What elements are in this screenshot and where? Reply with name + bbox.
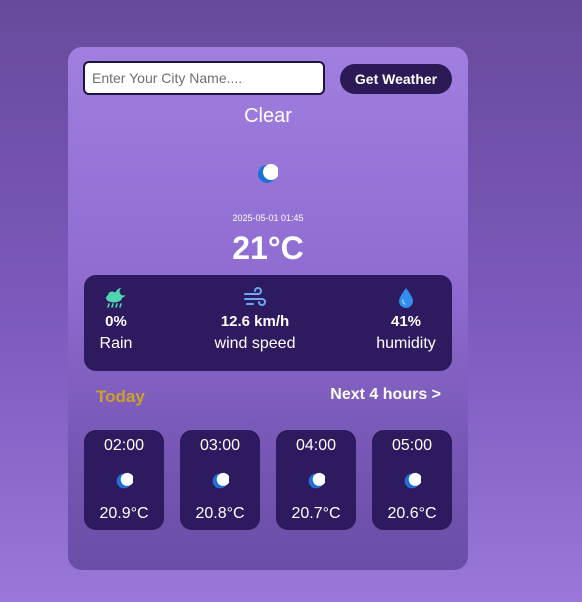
crescent-moon-icon [308,472,325,489]
tab-next-4-hours[interactable]: Next 4 hours > [330,386,441,404]
hourly-temp: 20.6°C [387,505,437,522]
crescent-moon-icon [404,472,421,489]
hourly-temp: 20.7°C [291,505,341,522]
stat-rain: 0% Rain [84,287,148,353]
hourly-card: 02:00 20.9°C [84,430,164,530]
crescent-moon-icon [116,472,133,489]
tab-today[interactable]: Today [96,387,145,407]
rain-value: 0% [105,313,127,330]
current-datetime: 2025-05-01 01:45 [232,213,304,223]
cloud-rain-moon-icon [106,287,128,308]
hourly-card: 05:00 20.6°C [372,430,452,530]
hourly-time: 04:00 [295,437,337,454]
crescent-moon-icon [258,164,278,183]
weather-card: Get Weather Clear 2025-05-01 01:45 21°C … [68,47,468,570]
stat-humidity: 41% humidity [368,287,444,353]
weather-stats-panel: 0% Rain 12.6 km/h wind speed 41% humidit… [84,275,452,371]
city-search-input[interactable] [83,61,325,95]
humidity-value: 41% [390,313,422,330]
crescent-moon-icon [212,472,229,489]
get-weather-button[interactable]: Get Weather [340,64,452,94]
rain-label: Rain [99,335,133,352]
wind-icon [244,287,266,306]
hourly-temp: 20.9°C [99,505,149,522]
stat-wind: 12.6 km/h wind speed [194,287,316,353]
hourly-forecast: 02:00 20.9°C 03:00 20.8°C 04:00 20.7°C 0… [84,430,452,530]
wind-label: wind speed [214,335,296,352]
hourly-time: 02:00 [103,437,145,454]
hourly-time: 03:00 [199,437,241,454]
weather-condition: Clear [244,105,292,127]
droplet-icon [399,288,413,308]
hourly-temp: 20.8°C [195,505,245,522]
forecast-tabs: Today Next 4 hours > [96,385,441,407]
current-temperature: 21°C [232,230,304,266]
search-row: Get Weather [83,61,453,95]
humidity-label: humidity [376,335,436,352]
hourly-card: 04:00 20.7°C [276,430,356,530]
hourly-card: 03:00 20.8°C [180,430,260,530]
wind-value: 12.6 km/h [220,313,290,330]
hourly-time: 05:00 [391,437,433,454]
